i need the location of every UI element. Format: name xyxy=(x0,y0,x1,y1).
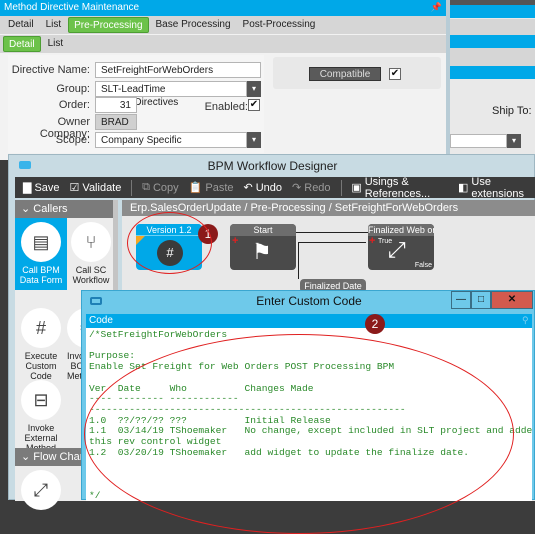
maximize-button[interactable]: □ xyxy=(471,291,491,309)
ship-to-label: Ship To: xyxy=(492,105,532,117)
copy-icon: ⧉ xyxy=(142,181,150,193)
toolbar-divider xyxy=(340,179,342,196)
undo-button[interactable]: ↶ Undo xyxy=(243,181,283,195)
save-icon: ▇ xyxy=(23,182,32,194)
connector xyxy=(296,232,368,233)
finalized-web-orders-node[interactable]: Finalized Web orde + True ⤢ False xyxy=(368,224,434,270)
chevron-down-icon: ⌄ xyxy=(21,203,34,215)
background-window: Ship To: ▾ xyxy=(450,0,535,160)
annotation-circle xyxy=(127,212,212,274)
group-select[interactable]: SLT-LeadTime MethodDirectives xyxy=(95,81,247,108)
palette-item-call-bpm-data-form[interactable]: ▤ Call BPM Data Form xyxy=(15,218,67,290)
ship-to-input[interactable] xyxy=(450,134,507,148)
use-extensions-button[interactable]: ◧ Use extensions xyxy=(458,176,526,200)
validate-icon: ☑ xyxy=(69,182,80,194)
enabled-checkbox[interactable]: ✔ xyxy=(248,99,260,111)
flowchart-header[interactable]: ⌄ Flow Chart xyxy=(15,448,89,466)
chevron-down-icon[interactable]: ▾ xyxy=(247,81,261,97)
custom-code-icon: # xyxy=(21,308,61,348)
owner-company-value: BRAD xyxy=(95,114,137,130)
toolbar: ▇ Save ☑ Validate ⧉ Copy 📋 Paste ↶ Undo ↷ Redo… xyxy=(15,176,535,200)
compatible-panel: Compatible ✔ xyxy=(273,57,441,89)
redo-button[interactable]: ↷ Redo xyxy=(292,181,331,195)
usings-references-button[interactable]: ▣ Usings & References... xyxy=(351,176,448,200)
palette-item-invoke-external-method[interactable]: ⊟ Invoke External Method xyxy=(17,380,65,453)
paste-button[interactable]: 📋 Paste xyxy=(188,181,234,195)
code-header: Code xyxy=(86,314,532,328)
chevron-down-icon: ⌄ xyxy=(21,451,34,463)
annotation-circle xyxy=(84,334,514,534)
order-label: Order: xyxy=(58,99,90,111)
tab-base-processing[interactable]: Base Processing xyxy=(151,17,236,33)
chevron-down-icon[interactable]: ▾ xyxy=(507,134,521,148)
compatible-button[interactable]: Compatible xyxy=(309,67,381,81)
minimize-button[interactable]: — xyxy=(451,291,471,309)
false-label: False xyxy=(414,262,432,269)
redo-icon: ↷ xyxy=(292,182,302,194)
callers-header[interactable]: ⌄ Callers xyxy=(15,200,118,218)
chevron-down-icon[interactable]: ▾ xyxy=(247,132,261,148)
references-icon: ▣ xyxy=(351,182,362,194)
window-title: BPM Workflow Designer xyxy=(207,159,338,173)
flag-icon: ⚑ xyxy=(252,239,272,264)
start-node[interactable]: Start + ⚑ xyxy=(230,224,296,270)
close-button[interactable]: ✕ xyxy=(491,291,533,309)
plus-icon: + xyxy=(369,235,376,247)
group-label: Group: xyxy=(56,83,90,95)
method-directive-window: Method Directive Maintenance 📌 Detail Li… xyxy=(0,0,450,160)
enabled-label: Enabled: xyxy=(204,101,248,113)
scope-select[interactable]: Company Specific xyxy=(95,132,247,148)
custom-code-dialog: Enter Custom Code — □ ✕ Code ⚲ /*SetFrei… xyxy=(81,290,535,534)
scope-label: Scope: xyxy=(55,134,90,146)
subtab-list[interactable]: List xyxy=(43,36,69,52)
paste-icon: 📋 xyxy=(188,182,203,194)
order-input[interactable]: 31 xyxy=(95,97,137,113)
tab-pre-processing[interactable]: Pre-Processing xyxy=(68,17,149,33)
copy-button[interactable]: ⧉ Copy xyxy=(142,181,179,194)
main-tabs: Detail List Pre-Processing Base Processi… xyxy=(0,16,446,34)
validate-button[interactable]: ☑ Validate xyxy=(69,181,122,195)
subtab-detail[interactable]: Detail xyxy=(3,36,41,52)
extensions-icon: ◧ xyxy=(457,182,469,194)
pin-icon[interactable]: 📌 xyxy=(431,2,442,13)
external-method-icon: ⊟ xyxy=(21,380,61,420)
directive-name-input[interactable]: SetFreightForWebOrders xyxy=(95,62,261,78)
connector xyxy=(298,242,299,279)
connector xyxy=(298,242,366,243)
condition-icon: ⤢ xyxy=(388,237,406,262)
annotation-badge-2: 2 xyxy=(365,314,385,334)
window-title: Method Directive Maintenance xyxy=(0,0,446,16)
palette-item-execute-custom-code[interactable]: # Execute Custom Code xyxy=(17,308,65,381)
pin-icon[interactable]: ⚲ xyxy=(522,315,529,326)
palette-item-condition[interactable]: ⤢ xyxy=(17,470,65,513)
tab-list[interactable]: List xyxy=(41,17,67,33)
compatible-checkbox[interactable]: ✔ xyxy=(389,68,401,80)
directive-form: Directive Name: SetFreightForWebOrders G… xyxy=(8,55,264,153)
condition-icon: ⤢ xyxy=(21,470,61,510)
sub-tabs: Detail List xyxy=(0,35,446,53)
data-form-icon: ▤ xyxy=(21,222,61,262)
toolbar-divider xyxy=(131,179,133,196)
tab-post-processing[interactable]: Post-Processing xyxy=(238,17,321,33)
directive-name-label: Directive Name: xyxy=(11,64,90,76)
plus-icon: + xyxy=(232,235,239,247)
save-button[interactable]: ▇ Save xyxy=(23,181,60,195)
undo-icon: ↶ xyxy=(243,182,253,194)
tab-detail[interactable]: Detail xyxy=(3,17,39,33)
workflow-icon: ⑂ xyxy=(71,222,111,262)
palette-item-call-sc-workflow[interactable]: ⑂ Call SC Workflow xyxy=(67,222,115,285)
